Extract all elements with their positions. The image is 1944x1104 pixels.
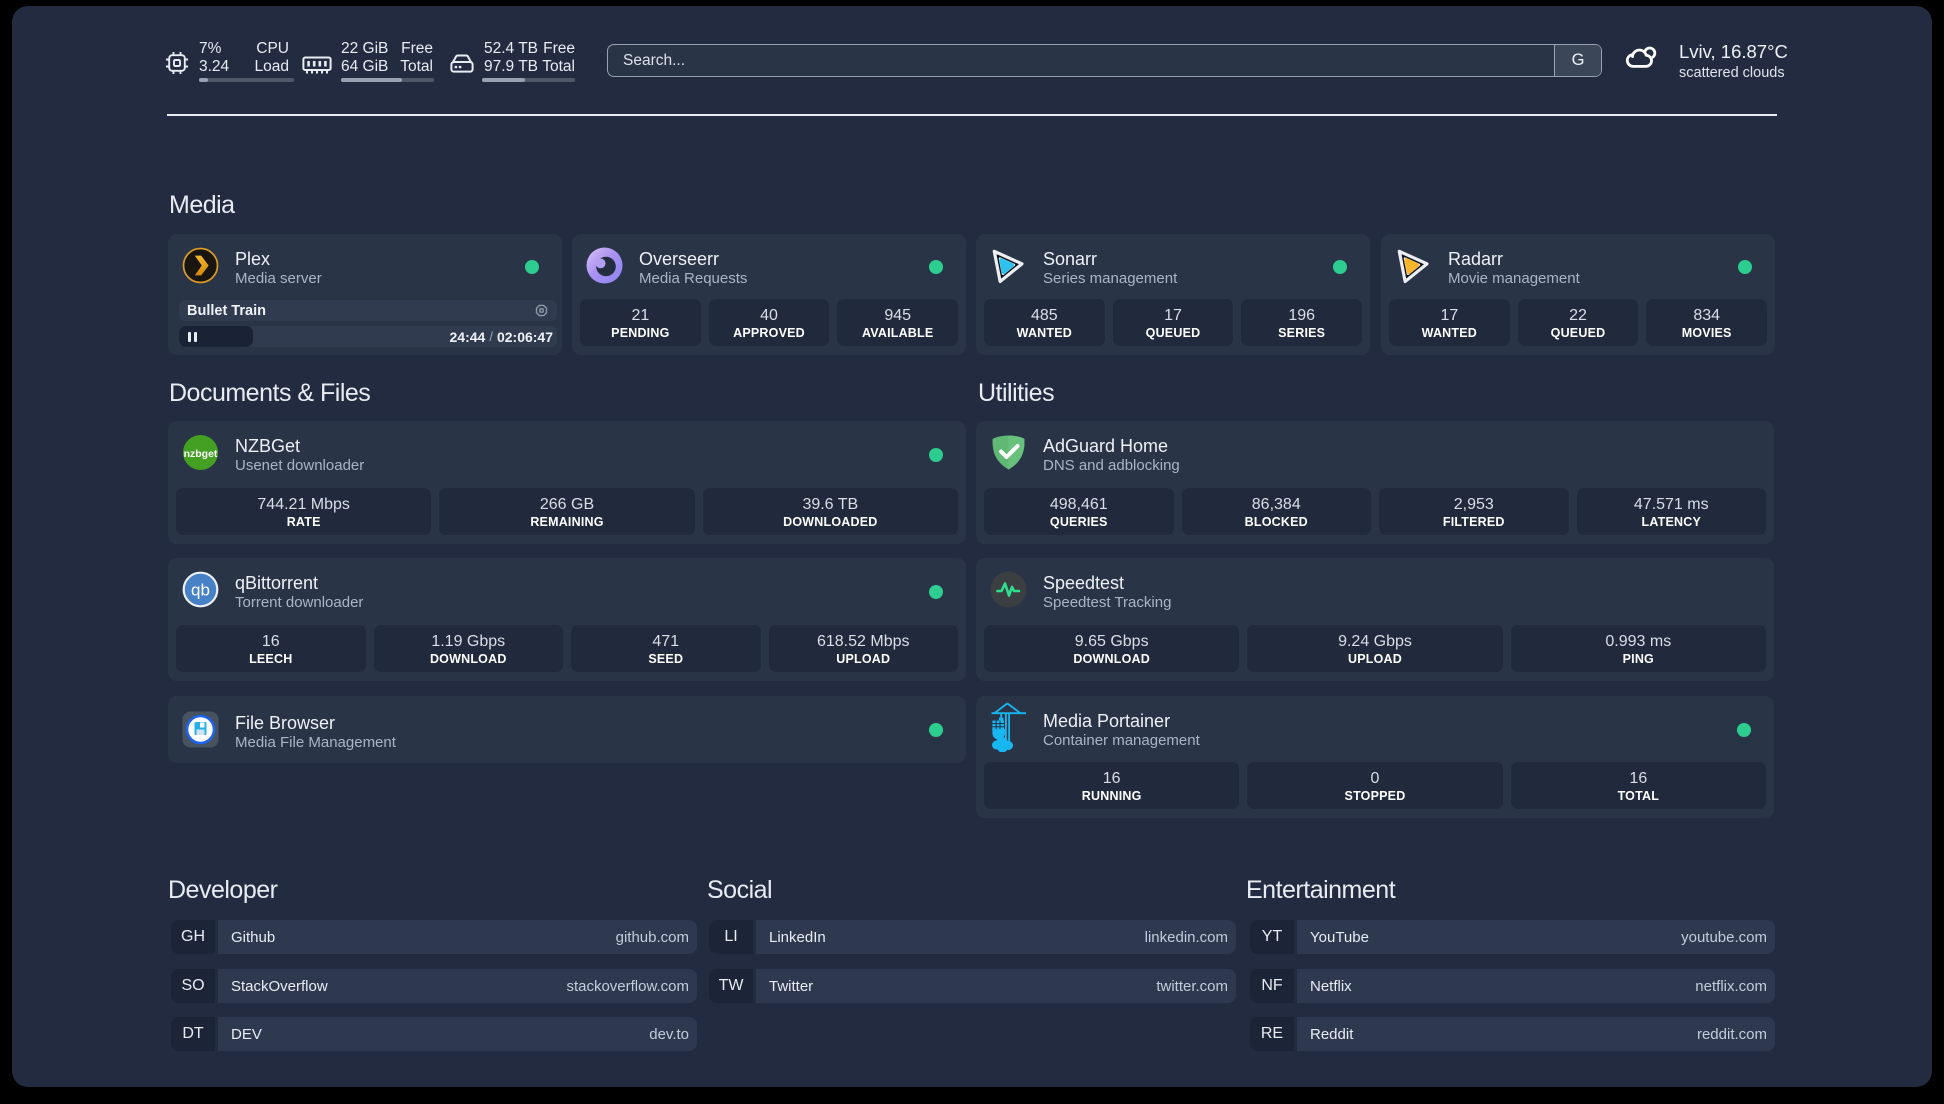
svg-text:nzbget: nzbget (184, 448, 218, 460)
svg-text:qb: qb (191, 581, 210, 600)
